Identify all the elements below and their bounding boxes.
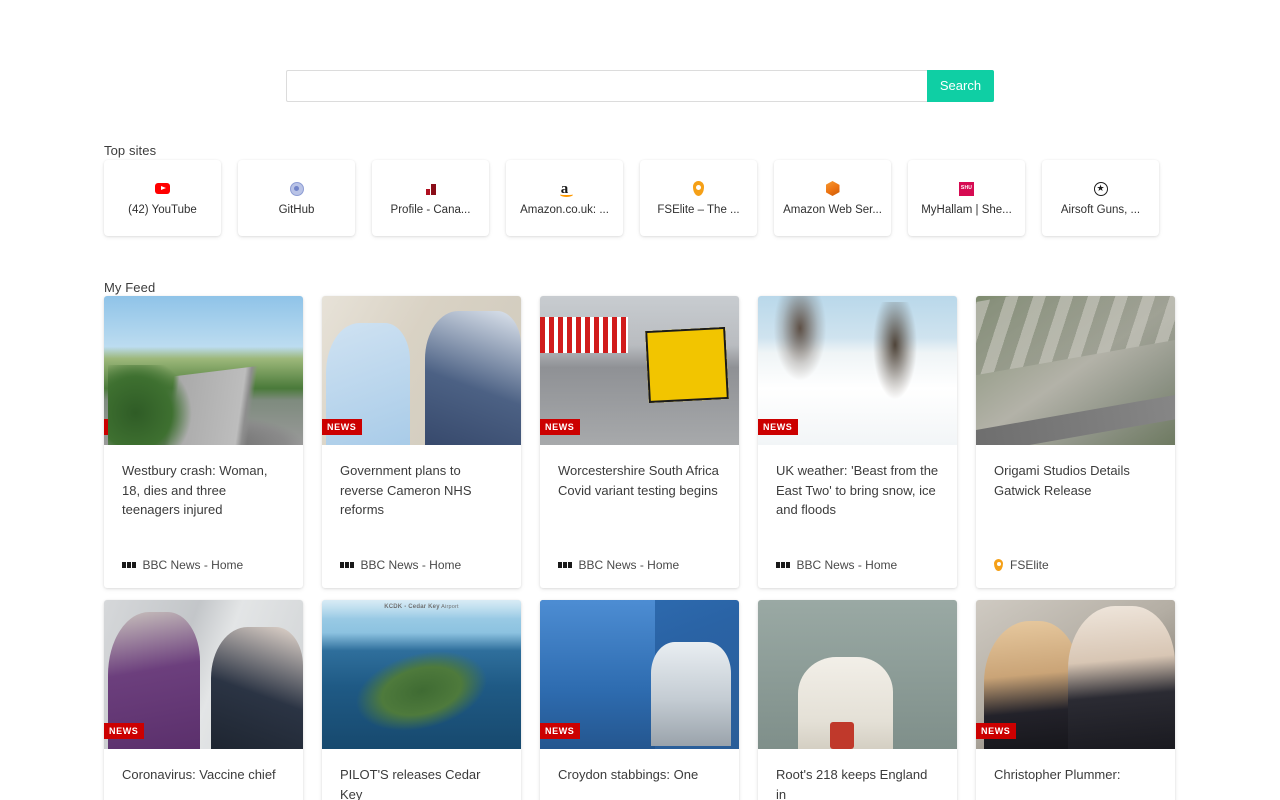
thumbnail-caption: KCDK - Cedar Key Airport xyxy=(322,604,521,610)
feed-card[interactable]: NEWS Christopher Plummer: xyxy=(976,600,1175,800)
feed-card[interactable]: NEWS UK weather: 'Beast from the East Two… xyxy=(758,296,957,588)
feed-card-thumbnail: NEWS xyxy=(758,296,957,445)
feed-card-body: Croydon stabbings: One xyxy=(540,749,739,800)
feed-card-source-name: BBC News - Home xyxy=(360,558,462,572)
feed-card-source: FSElite xyxy=(994,558,1157,588)
top-site-tile[interactable]: SHU MyHallam | She... xyxy=(908,160,1025,236)
top-site-label: FSElite – The ... xyxy=(657,203,740,216)
my-feed-heading: My Feed xyxy=(104,280,156,295)
news-badge: NEWS xyxy=(104,419,145,435)
top-site-label: Profile - Cana... xyxy=(390,203,471,216)
top-site-label: GitHub xyxy=(278,203,315,216)
top-site-label: MyHallam | She... xyxy=(921,203,1012,216)
bbc-logo-icon xyxy=(122,562,136,568)
bbc-logo-icon xyxy=(776,562,790,568)
feed-card-title: Christopher Plummer: xyxy=(994,767,1121,782)
feed-card-source: BBC News - Home xyxy=(558,558,721,588)
shu-icon: SHU xyxy=(959,181,975,197)
feed-card-thumbnail xyxy=(758,600,957,749)
feed-card-source-name: BBC News - Home xyxy=(578,558,680,572)
feed-card-title: Coronavirus: Vaccine chief xyxy=(122,767,276,782)
top-site-tile[interactable]: Profile - Cana... xyxy=(372,160,489,236)
fselite-icon xyxy=(691,181,707,197)
airsoft-star-icon: ★ xyxy=(1093,181,1109,197)
thumbnail-caption-light: Airport xyxy=(439,604,459,610)
feed-card-title: Croydon stabbings: One xyxy=(558,767,699,782)
top-site-label: (42) YouTube xyxy=(128,203,197,216)
feed-card[interactable]: KCDK - Cedar Key Airport PILOT'S releases… xyxy=(322,600,521,800)
search-bar: Search xyxy=(286,70,994,102)
feed-card-body: Government plans to reverse Cameron NHS … xyxy=(322,445,521,588)
top-site-tile[interactable]: (42) YouTube xyxy=(104,160,221,236)
my-feed-grid: NEWS Westbury crash: Woman, 18, dies and … xyxy=(104,296,1176,800)
new-tab-page: Search Top sites (42) YouTube GitHub Profi… xyxy=(0,0,1280,800)
feed-card[interactable]: Origami Studios Details Gatwick Release F… xyxy=(976,296,1175,588)
bbc-logo-icon xyxy=(340,562,354,568)
feed-card-thumbnail: KCDK - Cedar Key Airport xyxy=(322,600,521,749)
feed-card-source-name: FSElite xyxy=(1010,558,1049,572)
news-badge: NEWS xyxy=(976,723,1017,739)
feed-card-title: Westbury crash: Woman, 18, dies and thre… xyxy=(122,463,268,517)
feed-card[interactable]: NEWS Worcestershire South Africa Covid va… xyxy=(540,296,739,588)
news-badge: NEWS xyxy=(322,419,363,435)
feed-card[interactable]: NEWS Croydon stabbings: One xyxy=(540,600,739,800)
news-badge: NEWS xyxy=(540,419,581,435)
search-input[interactable] xyxy=(286,70,927,102)
feed-card-source-name: BBC News - Home xyxy=(796,558,898,572)
feed-card-thumbnail: NEWS xyxy=(540,296,739,445)
feed-card-thumbnail: NEWS xyxy=(976,600,1175,749)
feed-card[interactable]: Root's 218 keeps England in xyxy=(758,600,957,800)
top-site-tile[interactable]: Amazon Web Ser... xyxy=(774,160,891,236)
feed-card-title: Worcestershire South Africa Covid varian… xyxy=(558,463,719,498)
feed-card[interactable]: NEWS Westbury crash: Woman, 18, dies and … xyxy=(104,296,303,588)
feed-card-title: Origami Studios Details Gatwick Release xyxy=(994,463,1130,498)
feed-card-source: BBC News - Home xyxy=(340,558,503,588)
feed-card-thumbnail: NEWS xyxy=(104,600,303,749)
feed-card-body: Origami Studios Details Gatwick Release F… xyxy=(976,445,1175,588)
feed-card[interactable]: NEWS Government plans to reverse Cameron … xyxy=(322,296,521,588)
aws-icon xyxy=(825,181,841,197)
feed-card-title: Root's 218 keeps England in xyxy=(776,767,928,800)
top-site-tile[interactable]: FSElite – The ... xyxy=(640,160,757,236)
profile-icon xyxy=(423,181,439,197)
amazon-icon: a xyxy=(559,180,572,197)
feed-card-title: Government plans to reverse Cameron NHS … xyxy=(340,463,472,517)
top-site-tile[interactable]: a Amazon.co.uk: ... xyxy=(506,160,623,236)
top-site-label: Amazon.co.uk: ... xyxy=(520,203,609,216)
feed-card-body: Coronavirus: Vaccine chief xyxy=(104,749,303,800)
feed-card-source: BBC News - Home xyxy=(776,558,939,588)
feed-card-thumbnail: NEWS xyxy=(322,296,521,445)
feed-card-body: Christopher Plummer: xyxy=(976,749,1175,800)
feed-card-body: Root's 218 keeps England in xyxy=(758,749,957,800)
top-site-tile[interactable]: ★ Airsoft Guns, ... xyxy=(1042,160,1159,236)
feed-card-body: Westbury crash: Woman, 18, dies and thre… xyxy=(104,445,303,588)
news-badge: NEWS xyxy=(104,723,145,739)
feed-card-body: Worcestershire South Africa Covid varian… xyxy=(540,445,739,588)
bbc-logo-icon xyxy=(558,562,572,568)
feed-card-thumbnail: NEWS xyxy=(540,600,739,749)
feed-card[interactable]: NEWS Coronavirus: Vaccine chief xyxy=(104,600,303,800)
feed-card-thumbnail: NEWS xyxy=(104,296,303,445)
top-sites-list: (42) YouTube GitHub Profile - Cana... a Amaz… xyxy=(104,160,1177,236)
top-site-tile[interactable]: GitHub xyxy=(238,160,355,236)
feed-card-title: UK weather: 'Beast from the East Two' to… xyxy=(776,463,939,517)
feed-card-body: UK weather: 'Beast from the East Two' to… xyxy=(758,445,957,588)
news-badge: NEWS xyxy=(540,723,581,739)
feed-card-source: BBC News - Home xyxy=(122,558,285,588)
github-icon xyxy=(289,181,305,197)
top-sites-heading: Top sites xyxy=(104,143,157,158)
feed-card-title: PILOT'S releases Cedar Key xyxy=(340,767,481,800)
feed-card-thumbnail xyxy=(976,296,1175,445)
youtube-icon xyxy=(155,181,171,197)
search-button[interactable]: Search xyxy=(927,70,994,102)
fselite-icon xyxy=(994,559,1003,571)
thumbnail-caption-bold: KCDK - Cedar Key xyxy=(384,604,440,610)
top-site-label: Airsoft Guns, ... xyxy=(1060,203,1141,216)
feed-card-source-name: BBC News - Home xyxy=(142,558,244,572)
news-badge: NEWS xyxy=(758,419,799,435)
top-site-label: Amazon Web Ser... xyxy=(783,203,882,216)
feed-card-body: PILOT'S releases Cedar Key xyxy=(322,749,521,800)
